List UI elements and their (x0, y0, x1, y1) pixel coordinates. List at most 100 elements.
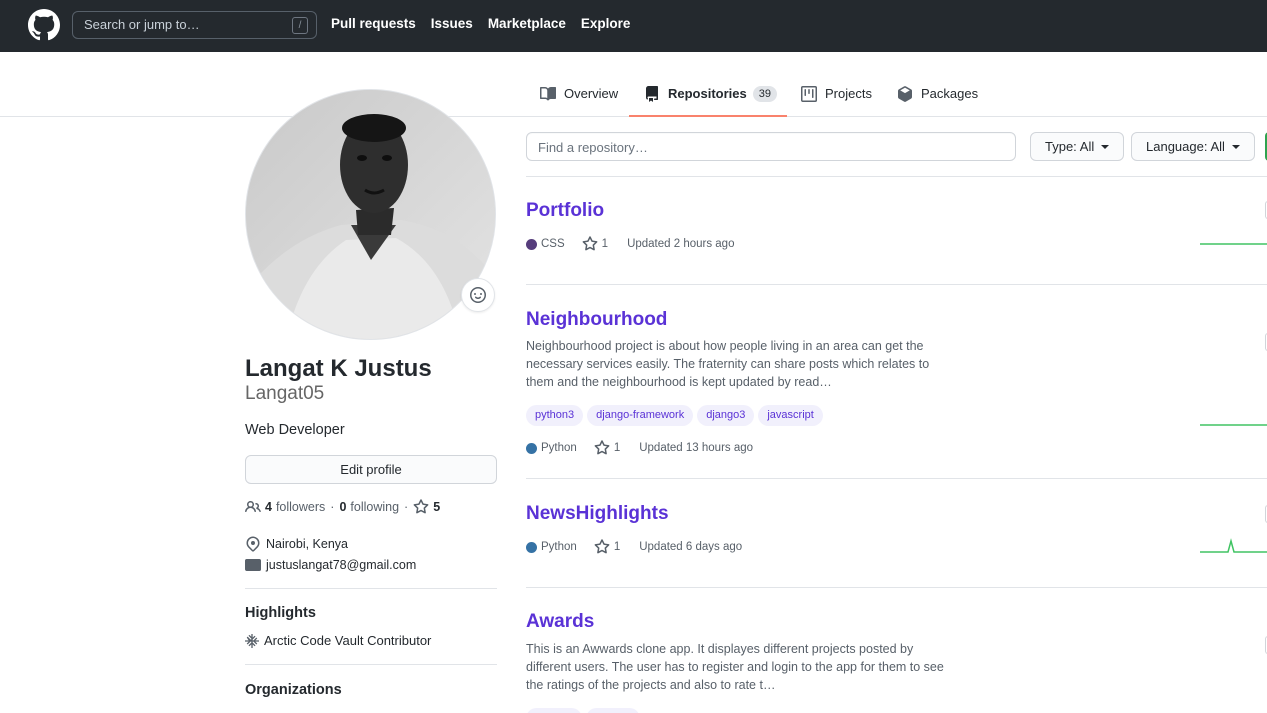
repo-stars-link[interactable]: 1 (594, 440, 620, 456)
follow-separator: · (330, 500, 335, 514)
profile-full-name: Langat K Justus (245, 355, 432, 382)
profile-avatar[interactable] (245, 89, 496, 340)
email-link[interactable]: justuslangat78@gmail.com (266, 558, 416, 572)
repo-stars-link[interactable]: 1 (594, 539, 620, 555)
repo-divider (526, 284, 1267, 285)
smiley-icon (470, 287, 486, 303)
highlights-title: Highlights (245, 605, 316, 621)
followers-label: followers (275, 500, 326, 514)
email-row: justuslangat78@gmail.com (245, 557, 416, 573)
set-status-button[interactable] (461, 278, 495, 312)
following-link[interactable]: 0 following (339, 500, 399, 514)
top-header: Search or jump to… / Pull requests Issue… (0, 0, 1267, 52)
repo-meta: Python 1 Updated 13 hours ago (526, 440, 753, 456)
type-filter-dropdown[interactable]: Type: All (1030, 132, 1125, 161)
stars-count: 5 (433, 500, 441, 514)
topic-tag[interactable]: python3 (526, 405, 584, 426)
type-filter-value: All (1079, 139, 1095, 154)
repo-language: CSS (541, 238, 565, 250)
follow-stats: 4 followers · 0 following · 5 (245, 499, 444, 515)
search-placeholder: Search or jump to… (84, 17, 200, 32)
repo-updated: Updated 13 hours ago (639, 442, 754, 454)
repo-star-count: 1 (613, 442, 621, 454)
avatar-photo-icon (246, 90, 495, 339)
location-icon (246, 536, 260, 552)
location-text: Nairobi, Kenya (266, 537, 348, 551)
nav-pull-requests[interactable]: Pull requests (331, 16, 416, 31)
topic-tag[interactable] (526, 708, 582, 713)
tab-repositories[interactable]: Repositories 39 (644, 86, 777, 117)
repo-updated: Updated 6 days ago (639, 541, 743, 553)
tab-packages-label: Packages (921, 86, 979, 101)
nav-issues[interactable]: Issues (431, 16, 473, 31)
repo-topics: python3 django-framework django3 javascr… (526, 405, 827, 426)
repositories-count-badge: 39 (752, 86, 777, 102)
type-filter-label: Type: (1045, 139, 1077, 154)
repo-stars-link[interactable]: 1 (582, 236, 608, 252)
repo-star-count: 1 (613, 541, 621, 553)
profile-divider-1 (245, 588, 497, 589)
repo-meta: Python 1 Updated 6 days ago (526, 539, 742, 555)
language-filter-value: All (1210, 139, 1225, 154)
language-color-dot (526, 238, 537, 250)
topic-tag[interactable]: django3 (697, 405, 755, 426)
book-icon (540, 86, 556, 101)
repo-divider (526, 176, 1267, 177)
highlight-item[interactable]: Arctic Code Vault Contributor (245, 633, 431, 648)
search-shortcut-badge: / (292, 17, 308, 34)
topic-tag[interactable] (586, 708, 640, 713)
global-search-input[interactable]: Search or jump to… / (72, 11, 317, 39)
repo-topics (526, 708, 644, 713)
repo-star-count: 1 (601, 238, 609, 250)
language-color-dot (526, 442, 537, 454)
highlight-text: Arctic Code Vault Contributor (264, 633, 432, 648)
repo-language: Python (541, 541, 577, 553)
language-color-dot (526, 541, 537, 553)
location-row: Nairobi, Kenya (245, 536, 348, 552)
package-icon (898, 86, 912, 102)
stars-separator: · (404, 500, 409, 514)
repo-link-newshighlights[interactable]: NewsHighlights (526, 503, 669, 525)
nav-explore[interactable]: Explore (581, 16, 631, 31)
repo-link-awards[interactable]: Awards (526, 611, 594, 633)
tab-projects[interactable]: Projects (801, 86, 872, 117)
type-caret-icon (1101, 144, 1110, 149)
snowflake-icon (245, 633, 259, 648)
github-logo-icon[interactable] (28, 9, 60, 41)
tab-repositories-label: Repositories (668, 86, 747, 101)
topic-tag[interactable]: javascript (758, 405, 823, 426)
followers-count: 4 (265, 500, 272, 514)
profile-bio: Web Developer (245, 422, 345, 438)
organizations-title: Organizations (245, 682, 342, 698)
star-icon (582, 236, 598, 251)
tab-projects-label: Projects (825, 86, 872, 101)
repo-description: Neighbourhood project is about how peopl… (526, 339, 930, 389)
followers-link[interactable]: 4 followers (265, 500, 325, 514)
stars-link[interactable]: 5 (413, 499, 444, 515)
profile-username: Langat05 (245, 383, 325, 404)
repo-link-neighbourhood[interactable]: Neighbourhood (526, 309, 667, 331)
repo-divider (526, 478, 1267, 479)
tab-overview[interactable]: Overview (540, 86, 618, 117)
following-count: 0 (339, 500, 347, 514)
selected-tab-underline (629, 115, 787, 117)
repo-icon (646, 86, 658, 102)
activity-sparkline (1200, 424, 1267, 426)
star-icon (594, 440, 610, 455)
edit-profile-button[interactable]: Edit profile (245, 455, 497, 484)
repo-link-portfolio[interactable]: Portfolio (526, 200, 604, 222)
following-label: following (350, 500, 400, 514)
tab-overview-label: Overview (564, 86, 619, 101)
language-caret-icon (1231, 144, 1240, 149)
language-filter-label: Language: (1146, 139, 1208, 154)
topic-tag[interactable]: django-framework (587, 405, 694, 426)
star-icon (413, 499, 429, 514)
activity-sparkline (1200, 538, 1267, 553)
find-repository-input[interactable]: Find a repository… (526, 132, 1016, 161)
repo-description: This is an Awwards clone app. It display… (526, 642, 944, 692)
find-repository-placeholder: Find a repository… (538, 140, 648, 155)
activity-sparkline (1200, 243, 1267, 245)
language-filter-dropdown[interactable]: Language: All (1131, 132, 1255, 161)
nav-marketplace[interactable]: Marketplace (488, 16, 566, 31)
tab-packages[interactable]: Packages (897, 86, 978, 117)
